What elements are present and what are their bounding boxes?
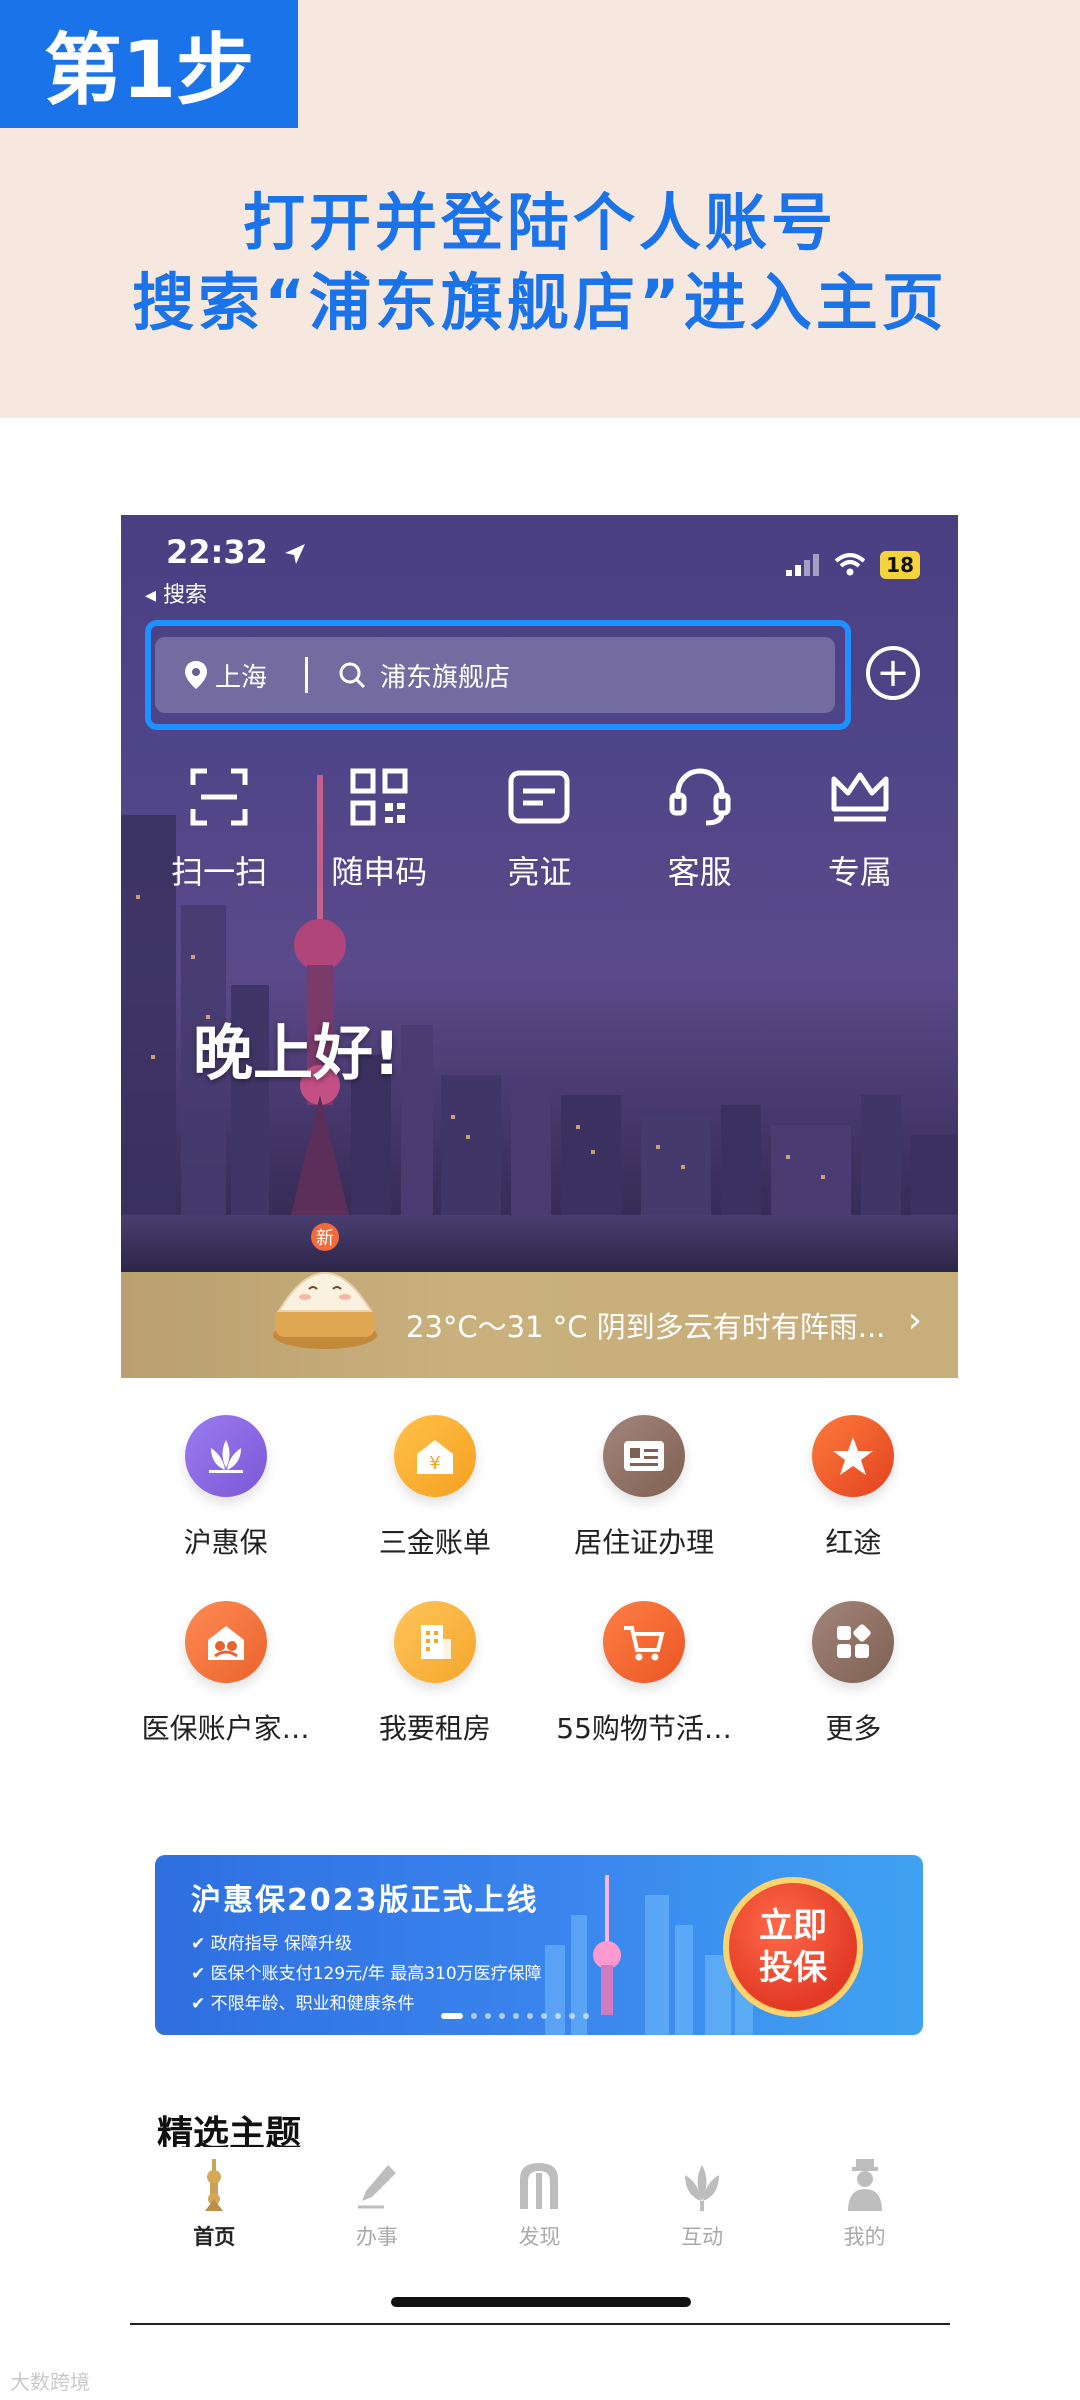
svg-text:¥: ¥ [429, 1453, 440, 1474]
wifi-icon [834, 553, 866, 576]
service-label: 医保账户家… [141, 1712, 310, 1745]
hero-header: 22:32 ◂ 搜索 18 上海 浦东旗舰店 + 扫一扫 随申码 亮证 客服 专… [121, 515, 958, 1351]
search-divider [305, 657, 308, 693]
carousel-indicator [441, 2013, 589, 2019]
home-tower-icon [205, 2159, 224, 2211]
promo-point: ✔ 医保个账支付129元/年 最高310万医疗保障 [191, 1964, 542, 1984]
quick-action-label: 亮证 [507, 853, 572, 891]
crown-icon [831, 772, 889, 822]
instruction-line-2: 搜索“浦东旗舰店”进入主页 [132, 266, 948, 339]
quick-action-label: 客服 [667, 853, 732, 891]
headset-icon [669, 768, 731, 826]
bottom-tab-bar: 首页 办事 发现 互动 我的 [121, 2147, 958, 2257]
location-arrow-icon [285, 544, 305, 564]
service-label: 居住证办理 [574, 1526, 715, 1559]
service-residence-permit[interactable]: 居住证办理 [540, 1415, 749, 1561]
search-input[interactable]: 浦东旗舰店 [338, 657, 510, 694]
services-grid: 沪惠保 ¥ 三金账单 居住证办理 红途 医保账户家… 我要租房 55购物节活… … [121, 1415, 958, 1747]
search-bar[interactable]: 上海 浦东旗舰店 [155, 637, 835, 713]
cta-line: 投保 [759, 1948, 827, 1988]
watermark: 大数跨境 [10, 2370, 90, 2394]
service-huhuibao[interactable]: 沪惠保 [121, 1415, 330, 1561]
pen-icon [357, 2165, 396, 2209]
tab-label: 办事 [355, 2225, 398, 2249]
quick-actions: 扫一扫 随申码 亮证 客服 专属 [121, 765, 958, 905]
promo-point: ✔ 不限年龄、职业和健康条件 [191, 1994, 415, 2014]
divider-line [130, 2323, 950, 2325]
weather-bar[interactable]: 23°C～31 °C 阴到多云有时有阵雨... › [121, 1272, 958, 1378]
service-label: 三金账单 [378, 1526, 491, 1559]
service-hongtu[interactable]: 红途 [749, 1415, 958, 1561]
back-to-search-link[interactable]: ◂ 搜索 [145, 577, 207, 609]
service-more[interactable]: 更多 [749, 1601, 958, 1747]
service-rent-house[interactable]: 我要租房 [330, 1601, 539, 1747]
new-badge-text: 新 [316, 1228, 334, 1249]
magnolia-icon [685, 2165, 720, 2211]
apps-icon [812, 1601, 895, 1683]
add-button[interactable]: + [866, 646, 920, 700]
instruction-line-1: 打开并登陆个人账号 [242, 186, 837, 259]
promo-title: 沪惠保2023版正式上线 [191, 1883, 539, 1918]
status-time: 22:32 [166, 533, 307, 571]
family-house-icon [184, 1601, 267, 1683]
quick-action-label: 扫一扫 [171, 853, 268, 891]
building-icon [393, 1601, 476, 1683]
location-pin-icon [185, 661, 207, 689]
buy-insurance-button[interactable]: 立即 投保 [723, 1877, 863, 2017]
quick-action-label: 随申码 [331, 853, 428, 891]
cellular-signal-icon [786, 554, 820, 576]
person-icon [847, 2159, 882, 2211]
weather-text: 23°C～31 °C 阴到多云有时有阵雨... [406, 1310, 886, 1344]
lotus-icon [184, 1415, 267, 1497]
quick-action-show-id[interactable]: 亮证 [469, 765, 609, 905]
tab-label: 互动 [681, 2225, 724, 2249]
service-sanjin-bill[interactable]: ¥ 三金账单 [330, 1415, 539, 1561]
search-query-text: 浦东旗舰店 [380, 662, 511, 693]
service-shopping-festival[interactable]: 55购物节活… [540, 1601, 749, 1747]
tab-interact[interactable]: 互动 [627, 2147, 777, 2257]
service-label: 红途 [825, 1526, 882, 1559]
step-tag: 第1步 [0, 0, 298, 128]
id-card-icon [603, 1415, 686, 1497]
location-label: 上海 [215, 662, 268, 693]
battery-indicator: 18 [880, 551, 920, 579]
service-medical-family[interactable]: 医保账户家… [121, 1601, 330, 1747]
search-icon [339, 662, 366, 689]
qr-code-icon [350, 768, 408, 826]
service-label: 沪惠保 [183, 1526, 268, 1559]
promo-point: ✔ 政府指导 保障升级 [191, 1934, 353, 1954]
tab-label: 我的 [843, 2225, 886, 2249]
quick-action-exclusive[interactable]: 专属 [790, 765, 930, 905]
star-icon [812, 1415, 895, 1497]
home-indicator[interactable] [391, 2297, 691, 2307]
status-icons: 18 [786, 551, 920, 579]
quick-action-scan[interactable]: 扫一扫 [149, 765, 289, 905]
tab-home[interactable]: 首页 [139, 2147, 289, 2257]
quick-action-qr[interactable]: 随申码 [309, 765, 449, 905]
service-label: 我要租房 [378, 1712, 491, 1745]
yuan-house-icon: ¥ [393, 1415, 476, 1497]
id-card-icon [508, 770, 570, 824]
tab-label: 首页 [193, 2225, 236, 2249]
service-label: 更多 [825, 1712, 882, 1745]
service-label: 55购物节活… [556, 1712, 732, 1745]
phone-screenshot: 22:32 ◂ 搜索 18 上海 浦东旗舰店 + 扫一扫 随申码 亮证 客服 专… [121, 515, 958, 2325]
quick-action-support[interactable]: 客服 [630, 765, 770, 905]
tab-services[interactable]: 办事 [302, 2147, 452, 2257]
cart-icon [603, 1601, 686, 1683]
tab-discover[interactable]: 发现 [464, 2147, 614, 2257]
scan-icon [190, 768, 248, 826]
quick-action-label: 专属 [827, 853, 892, 891]
greeting-text: 晚上好! [193, 1019, 401, 1089]
instruction-banner: 第1步 打开并登陆个人账号 搜索“浦东旗舰店”进入主页 [0, 0, 1080, 418]
tab-profile[interactable]: 我的 [790, 2147, 940, 2257]
arch-icon [520, 2163, 559, 2209]
mascot-bun-icon: 新 [273, 1223, 377, 1349]
plus-icon: + [876, 650, 910, 696]
location-selector[interactable]: 上海 [155, 657, 305, 694]
tab-label: 发现 [518, 2225, 561, 2249]
promo-banner[interactable]: 沪惠保2023版正式上线 ✔ 政府指导 保障升级 ✔ 医保个账支付129元/年 … [155, 1855, 923, 2035]
chevron-right-icon: › [907, 1300, 922, 1341]
cta-line: 立即 [759, 1906, 827, 1946]
